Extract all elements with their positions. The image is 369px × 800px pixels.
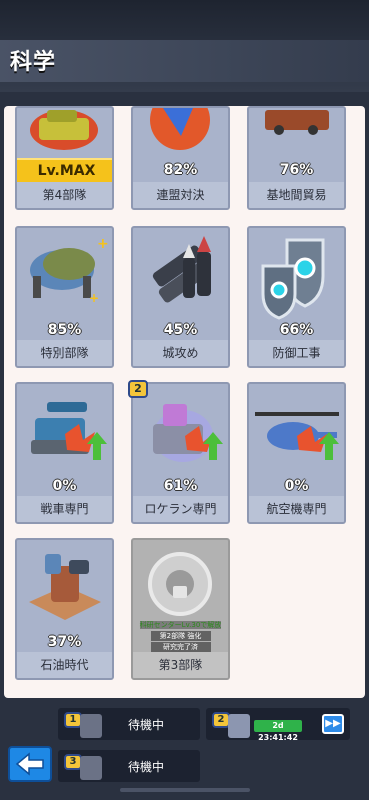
card-name: ロケラン専門 bbox=[133, 496, 228, 522]
research-card-3rd-squad-locked[interactable]: 科研センターLv.30で解放 第2部隊 強化 研究完了済 第3部隊 bbox=[131, 538, 230, 680]
research-card-special-squad[interactable]: + + 85% 特別部隊 bbox=[15, 226, 114, 368]
card-name: 城攻め bbox=[133, 340, 228, 366]
card-percent: 0% bbox=[284, 478, 309, 494]
unlock-requirements: 科研センターLv.30で解放 第2部隊 強化 研究完了済 bbox=[139, 621, 222, 652]
arrow-left-icon bbox=[15, 752, 44, 776]
research-card-base-trade[interactable]: 76% 基地間貿易 bbox=[247, 106, 346, 210]
card-name: 航空機専門 bbox=[249, 496, 344, 522]
research-panel[interactable]: Lv.MAX 第4部隊 82% 連盟対決 76% 基地間貿易 + + 85% 特… bbox=[4, 106, 365, 698]
card-percent: 45% bbox=[163, 322, 198, 338]
card-percent: 82% bbox=[163, 162, 198, 178]
research-queue-3[interactable]: 3 待機中 bbox=[58, 750, 200, 782]
svg-text:+: + bbox=[89, 291, 99, 305]
helicopter-icon bbox=[255, 412, 339, 460]
card-percent: 85% bbox=[47, 322, 82, 338]
queue-timer: 2d 23:41:42 bbox=[254, 720, 302, 742]
oil-pump-icon bbox=[29, 554, 101, 620]
helmet-icon: + + bbox=[30, 236, 109, 305]
research-card-fortification[interactable]: 66% 防御工事 bbox=[247, 226, 346, 368]
queue-status: 待機中 bbox=[128, 760, 165, 774]
card-percent: 66% bbox=[279, 322, 314, 338]
card-percent: 0% bbox=[52, 478, 77, 494]
card-name: 特別部隊 bbox=[17, 340, 112, 366]
card-name: 連盟対決 bbox=[133, 182, 228, 208]
research-queue-1[interactable]: 1 待機中 bbox=[58, 708, 200, 740]
research-card-aircraft-specialty[interactable]: 0% 航空機専門 bbox=[247, 382, 346, 524]
card-name: 防御工事 bbox=[249, 340, 344, 366]
card-name: 石油時代 bbox=[17, 652, 112, 678]
card-percent: 76% bbox=[279, 162, 314, 178]
card-name: 戦車専門 bbox=[17, 496, 112, 522]
page-title: 科学 bbox=[10, 50, 57, 75]
card-name: 第3部隊 bbox=[133, 652, 228, 678]
queue-research-icon bbox=[228, 714, 250, 738]
home-indicator bbox=[120, 788, 250, 792]
shield-gear-icon bbox=[261, 238, 325, 320]
svg-text:+: + bbox=[97, 236, 109, 252]
back-button[interactable] bbox=[8, 746, 52, 782]
card-name: 第4部隊 bbox=[17, 182, 112, 208]
research-card-siege[interactable]: 45% 城攻め bbox=[131, 226, 230, 368]
card-percent: 61% bbox=[163, 478, 198, 494]
tank-upgrade-icon bbox=[31, 402, 107, 460]
research-card-alliance-duel[interactable]: 82% 連盟対決 bbox=[131, 106, 230, 210]
card-name: 基地間貿易 bbox=[249, 182, 344, 208]
speed-up-icon[interactable]: ▶▶ bbox=[322, 714, 344, 734]
missile-icon bbox=[152, 236, 211, 303]
queue-status: 待機中 bbox=[128, 718, 165, 732]
research-card-4th-squad[interactable]: Lv.MAX 第4部隊 bbox=[15, 106, 114, 210]
research-queue-2[interactable]: 2 2d 23:41:42 ▶▶ bbox=[206, 708, 350, 742]
card-percent: 37% bbox=[47, 634, 82, 650]
queue-slot bbox=[80, 756, 102, 780]
queue-slot bbox=[80, 714, 102, 738]
research-card-tank-specialty[interactable]: 0% 戦車専門 bbox=[15, 382, 114, 524]
research-card-rocket-launcher[interactable]: 61% ロケラン専門 bbox=[131, 382, 230, 524]
rocket-launcher-icon bbox=[153, 404, 223, 462]
queue-badge-2: 2 bbox=[128, 380, 148, 398]
lv-max-badge: Lv.MAX bbox=[17, 158, 112, 184]
research-card-oil-age[interactable]: 37% 石油時代 bbox=[15, 538, 114, 680]
